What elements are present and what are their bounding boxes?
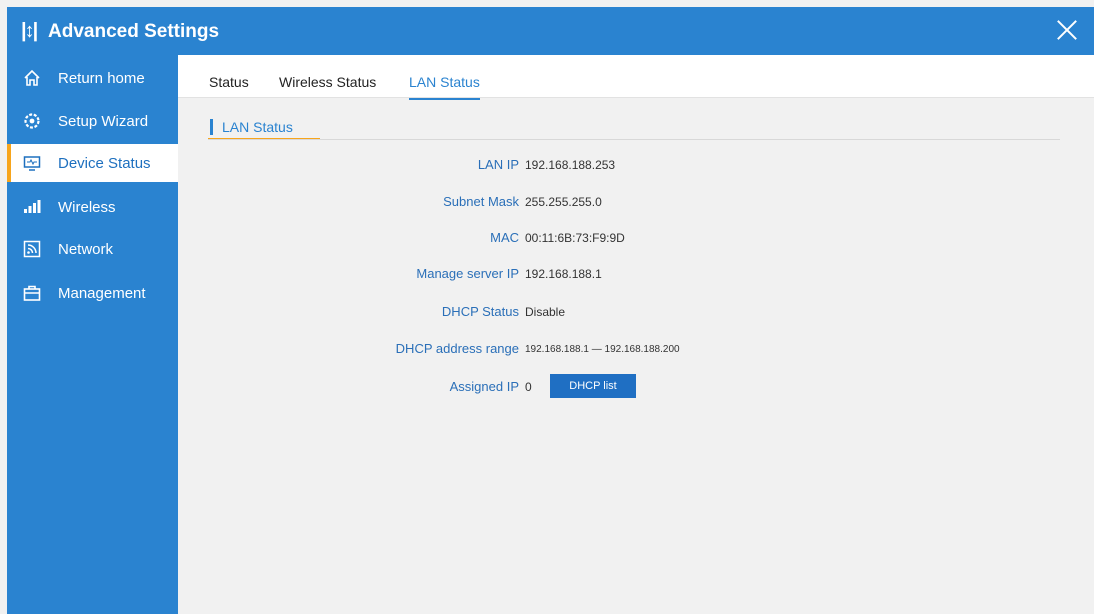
toolbox-icon: [23, 284, 41, 302]
sidebar-item-wireless[interactable]: Wireless: [7, 188, 178, 226]
sidebar-item-label: Wireless: [58, 199, 116, 216]
assigned-ip-value: 0: [525, 380, 532, 394]
section-underline: [208, 138, 320, 139]
sidebar-item-management[interactable]: Management: [7, 274, 178, 312]
sliders-icon: |↕|: [21, 20, 38, 42]
mac-value: 00:11:6B:73:F9:9D: [525, 231, 625, 245]
field-row-subnet-mask: Subnet Mask 255.255.255.0: [178, 192, 1094, 212]
lan-ip-label: LAN IP: [477, 157, 519, 172]
gear-icon: [23, 112, 41, 130]
field-row-dhcp-range: DHCP address range 192.168.188.1 — 192.1…: [178, 339, 1094, 359]
field-row-mac: MAC 00:11:6B:73:F9:9D: [178, 228, 1094, 248]
section-header: LAN Status: [208, 115, 1060, 140]
mac-label: MAC: [490, 230, 519, 245]
lan-ip-value: 192.168.188.253: [525, 158, 616, 172]
section-marker: [210, 119, 213, 135]
dhcp-status-value: Disable: [525, 305, 566, 319]
tab-bar: Status Wireless Status LAN Status: [178, 55, 1094, 100]
dhcp-range-value: 192.168.188.1 — 192.168.188.200: [525, 344, 680, 355]
sidebar-item-label: Device Status: [58, 155, 151, 172]
assigned-ip-label: Assigned IP: [449, 379, 519, 394]
main-content: Status Wireless Status LAN Status LAN St…: [178, 55, 1094, 614]
subnet-mask-label: Subnet Mask: [443, 194, 519, 209]
field-row-dhcp-status: DHCP Status Disable: [178, 302, 1094, 322]
window-title: Advanced Settings: [48, 21, 220, 42]
tab-status[interactable]: Status: [209, 74, 249, 90]
monitor-icon: [23, 154, 41, 172]
title-bar: |↕| Advanced Settings: [7, 7, 1094, 55]
field-row-lan-ip: LAN IP 192.168.188.253: [178, 155, 1094, 175]
sidebar-item-label: Network: [58, 241, 114, 258]
sidebar-item-return-home[interactable]: Return home: [7, 59, 178, 97]
home-icon: [23, 69, 41, 87]
sidebar-item-label: Management: [58, 285, 146, 302]
dhcp-status-label: DHCP Status: [441, 304, 519, 319]
sidebar-item-setup-wizard[interactable]: Setup Wizard: [7, 102, 178, 140]
close-icon[interactable]: [1052, 15, 1082, 45]
manage-server-ip-value: 192.168.188.1: [525, 267, 602, 281]
field-row-manage-server-ip: Manage server IP 192.168.188.1: [178, 264, 1094, 284]
network-icon: [23, 240, 41, 258]
sidebar-item-device-status[interactable]: Device Status: [7, 144, 178, 182]
sidebar-item-label: Return home: [58, 70, 145, 87]
sidebar: Return home Setup Wizard Device Status W…: [7, 55, 178, 614]
tab-wireless-status[interactable]: Wireless Status: [279, 74, 376, 90]
manage-server-ip-label: Manage server IP: [416, 266, 519, 281]
dhcp-range-label: DHCP address range: [395, 341, 519, 356]
tab-lan-status[interactable]: LAN Status: [409, 74, 480, 100]
sidebar-item-network[interactable]: Network: [7, 230, 178, 268]
section-title: LAN Status: [222, 119, 293, 135]
field-row-assigned-ip: Assigned IP 0: [178, 377, 1094, 397]
sidebar-item-label: Setup Wizard: [58, 113, 149, 130]
subnet-mask-value: 255.255.255.0: [525, 195, 602, 209]
signal-bars-icon: [23, 198, 41, 216]
dhcp-list-button[interactable]: DHCP list: [550, 374, 636, 398]
